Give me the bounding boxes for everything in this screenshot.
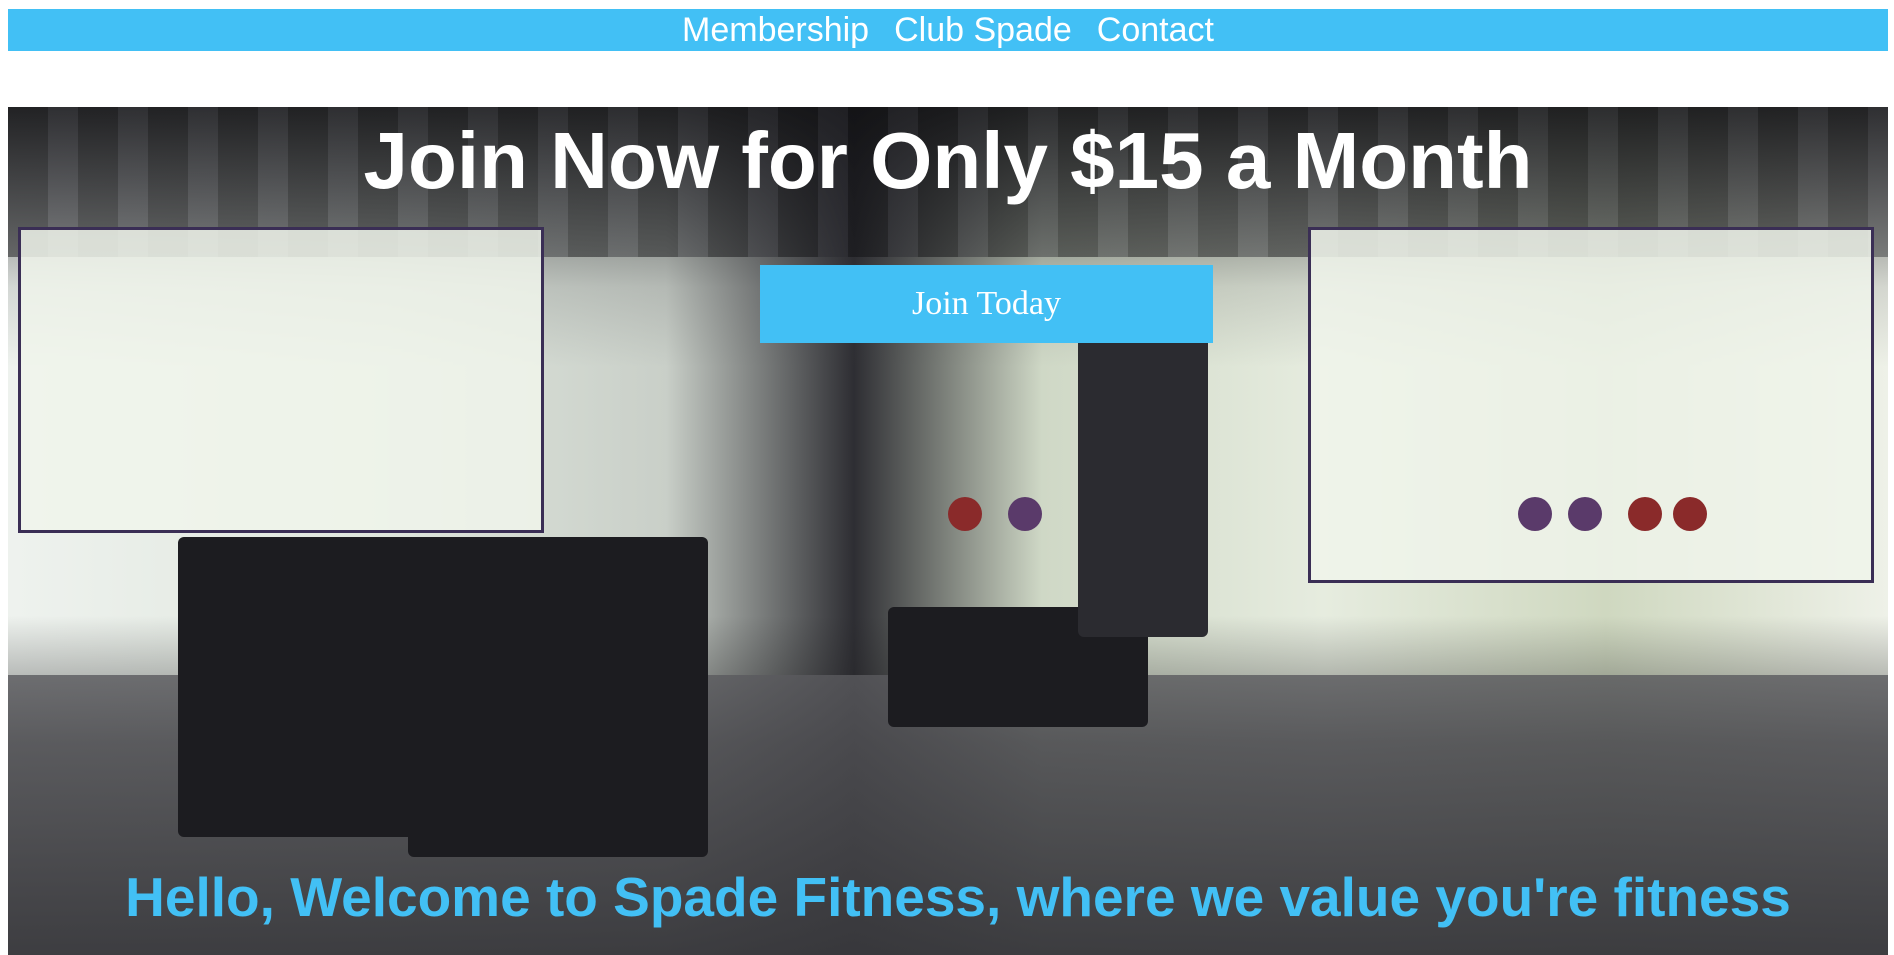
nav-link-contact[interactable]: Contact [1097, 9, 1214, 51]
medicine-ball-image [1008, 497, 1042, 531]
join-today-button[interactable]: Join Today [760, 265, 1213, 343]
medicine-ball-image [1673, 497, 1707, 531]
gym-window-image [18, 227, 544, 533]
hero-banner: Join Now for Only $15 a Month Join Today… [8, 107, 1888, 955]
treadmill-image [408, 537, 708, 857]
medicine-ball-image [1628, 497, 1662, 531]
hero-title: Join Now for Only $15 a Month [363, 116, 1533, 205]
treadmill-image [178, 537, 438, 837]
welcome-heading: Hello, Welcome to Spade Fitness, where w… [125, 866, 1791, 928]
nav-link-club-spade[interactable]: Club Spade [894, 9, 1072, 51]
top-nav: Membership Club Spade Contact [8, 9, 1888, 51]
pillar-image [1078, 307, 1208, 637]
medicine-ball-image [1518, 497, 1552, 531]
medicine-ball-image [948, 497, 982, 531]
nav-link-membership[interactable]: Membership [682, 9, 869, 51]
medicine-ball-image [1568, 497, 1602, 531]
